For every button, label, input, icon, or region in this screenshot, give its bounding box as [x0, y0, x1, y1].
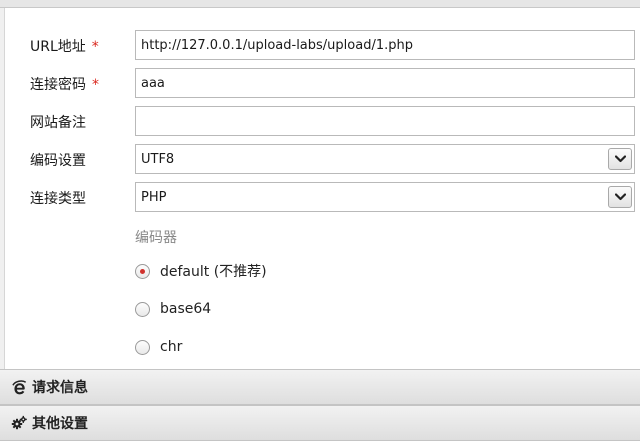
password-label: 连接密码 * — [30, 77, 99, 93]
url-input[interactable] — [136, 31, 634, 59]
note-field[interactable] — [135, 106, 635, 136]
radio-label-default: default (不推荐) — [160, 264, 267, 280]
conn-type-label: 连接类型 — [30, 191, 86, 207]
panel-top-border — [0, 0, 640, 8]
encoder-option-default[interactable]: default (不推荐) — [135, 261, 267, 281]
ie-logo-icon — [11, 379, 27, 395]
section-other-settings[interactable]: 其他设置 — [0, 405, 640, 441]
section-other-settings-label: 其他设置 — [32, 416, 88, 432]
conn-type-value: PHP — [141, 190, 167, 205]
encoding-select[interactable]: UTF8 — [135, 144, 635, 174]
radio-base64[interactable] — [135, 301, 150, 317]
url-field[interactable] — [135, 30, 635, 60]
required-mark: * — [92, 77, 99, 93]
chevron-down-icon — [614, 193, 626, 201]
section-request-info-label: 请求信息 — [32, 380, 88, 396]
password-input[interactable] — [136, 69, 634, 97]
encoding-value: UTF8 — [141, 152, 175, 167]
encoding-row: 编码设置 UTF8 — [0, 144, 640, 176]
conn-type-dropdown-button[interactable] — [608, 186, 632, 208]
encoding-dropdown-button[interactable] — [608, 148, 632, 170]
conn-type-select[interactable]: PHP — [135, 182, 635, 212]
note-input[interactable] — [136, 107, 634, 135]
encoding-label: 编码设置 — [30, 153, 86, 169]
section-request-info[interactable]: 请求信息 — [0, 369, 640, 405]
radio-default[interactable] — [135, 263, 150, 279]
chevron-down-icon — [614, 155, 626, 163]
encoder-title: 编码器 — [135, 230, 177, 246]
radio-chr[interactable] — [135, 339, 150, 355]
gears-icon — [11, 415, 27, 431]
password-row: 连接密码 * — [0, 68, 640, 100]
url-label: URL地址 * — [30, 39, 99, 55]
url-row: URL地址 * — [0, 30, 640, 62]
note-label: 网站备注 — [30, 115, 86, 131]
encoder-option-base64[interactable]: base64 — [135, 299, 211, 319]
radio-label-base64: base64 — [160, 301, 212, 317]
note-row: 网站备注 — [0, 106, 640, 138]
encoder-option-chr[interactable]: chr — [135, 337, 182, 357]
radio-label-chr: chr — [160, 339, 183, 355]
conn-type-row: 连接类型 PHP — [0, 182, 640, 214]
password-field[interactable] — [135, 68, 635, 98]
required-mark: * — [91, 39, 99, 55]
